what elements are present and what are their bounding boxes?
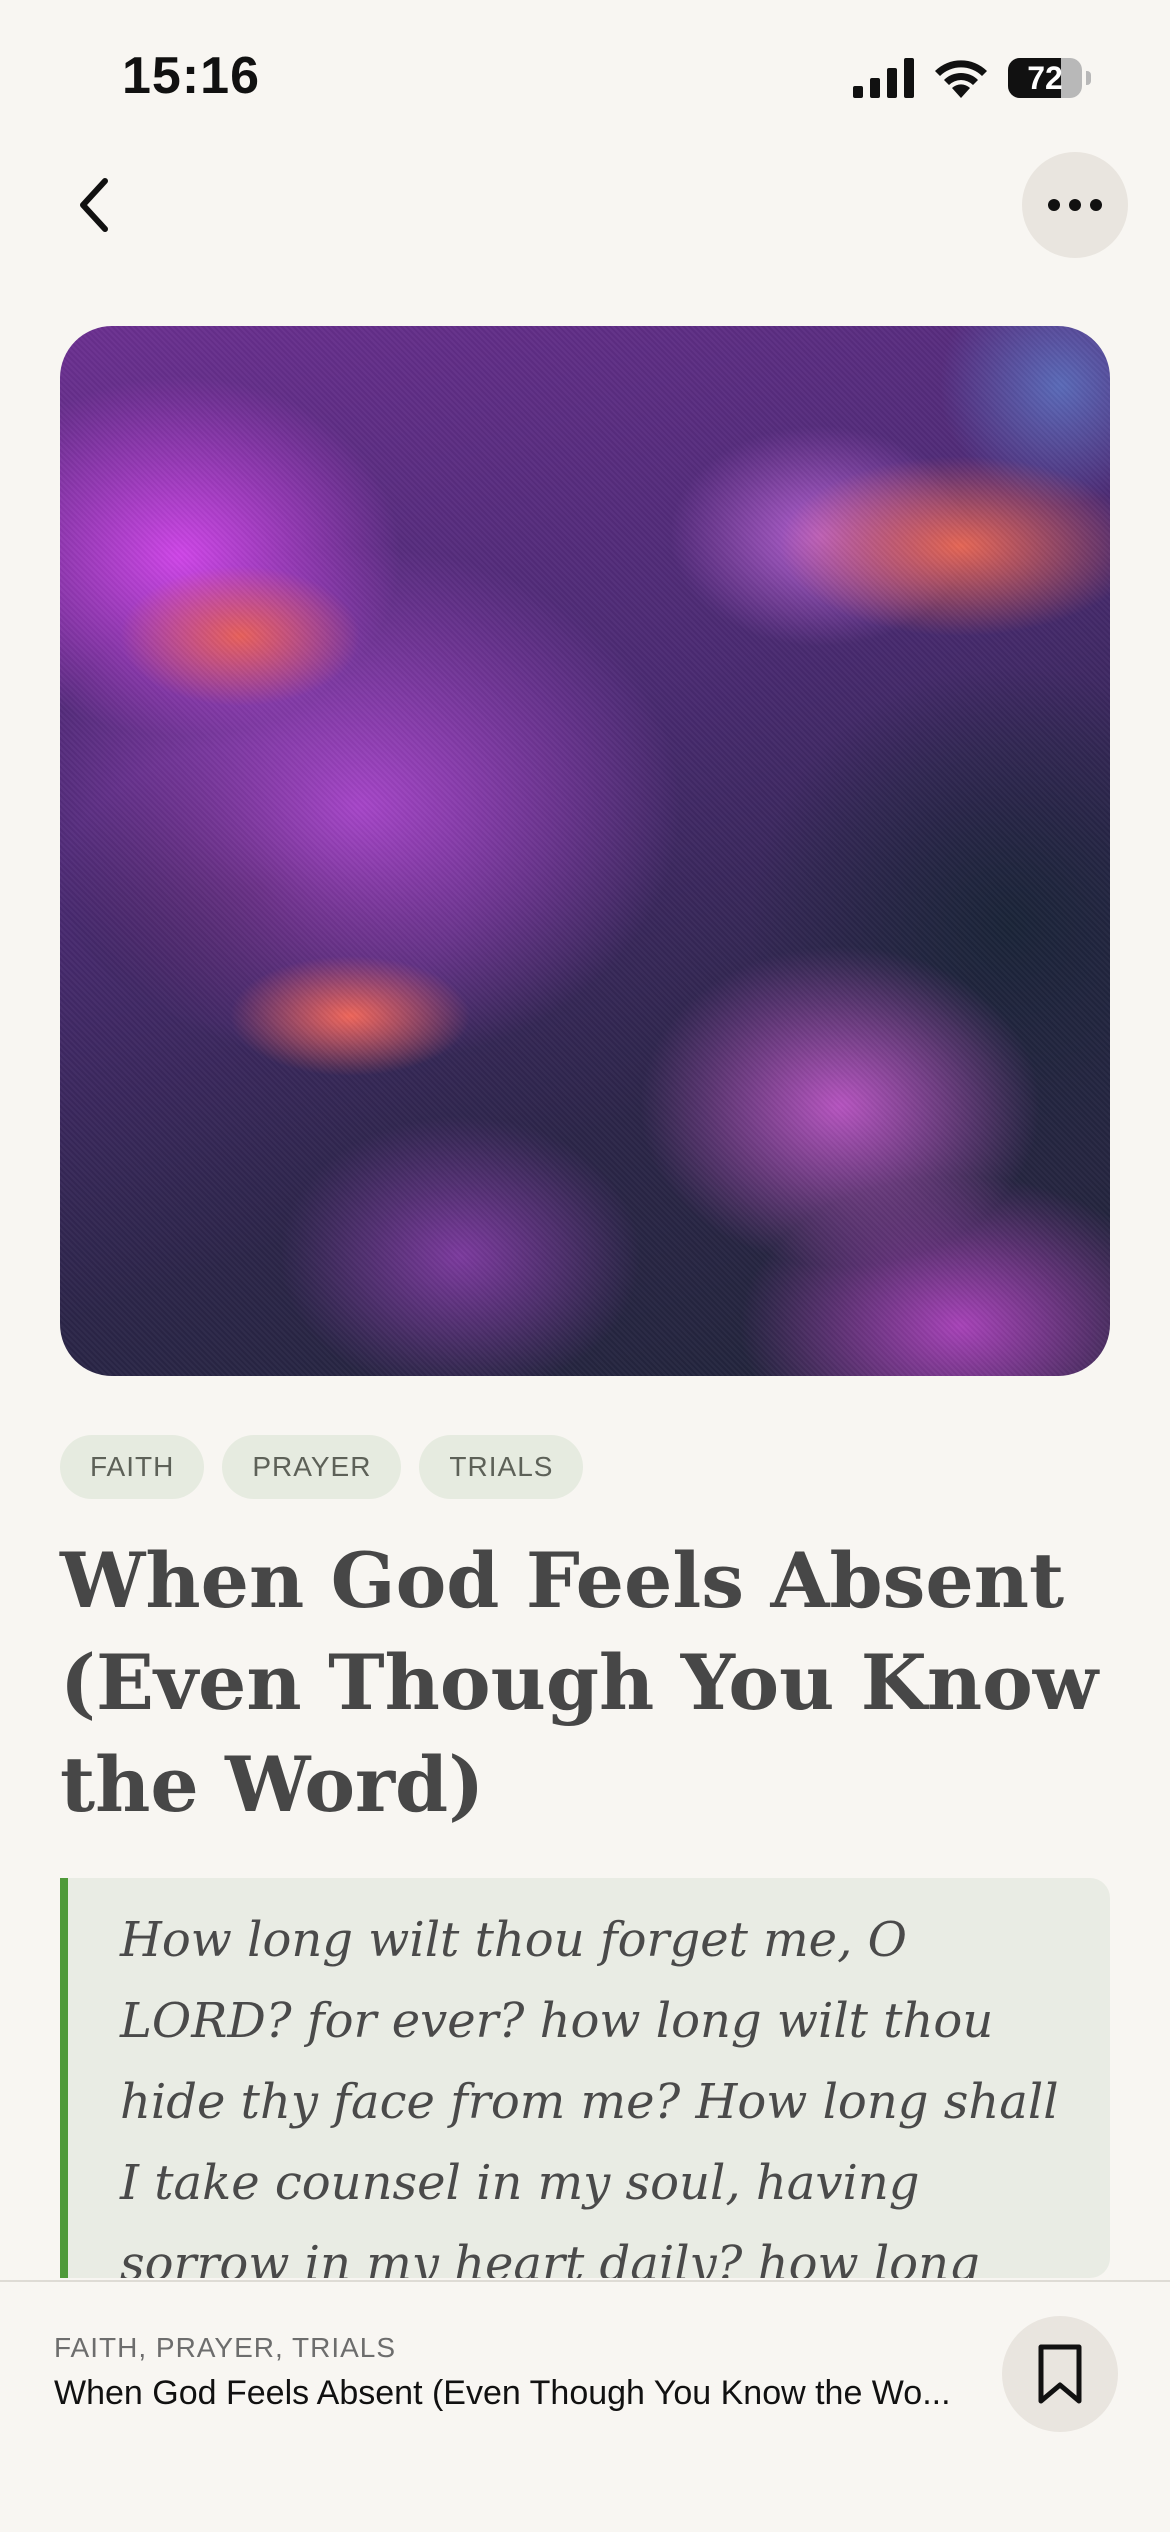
mini-player-tags: FAITH, PRAYER, TRIALS — [54, 2332, 397, 2363]
tag-chip[interactable]: FAITH — [60, 1435, 205, 1499]
battery-icon: 72 — [1008, 58, 1091, 98]
more-options-button[interactable] — [1022, 152, 1128, 258]
status-time: 15:16 — [122, 47, 260, 105]
chevron-left-icon — [80, 178, 108, 232]
status-bar: 15:16 72 — [0, 0, 1170, 150]
cover-artwork — [60, 326, 1110, 1376]
back-button[interactable] — [60, 160, 130, 250]
scripture-quote: How long wilt thou forget me, O LORD? fo… — [60, 1878, 1110, 2278]
quote-text: How long wilt thou forget me, O LORD? fo… — [120, 1912, 1059, 2278]
tag-list: FAITH PRAYER TRIALS — [60, 1435, 584, 1499]
bookmark-button[interactable] — [1002, 2316, 1118, 2432]
tag-chip[interactable]: PRAYER — [222, 1435, 402, 1499]
battery-percent: 72 — [1027, 60, 1063, 96]
wifi-icon — [935, 60, 987, 98]
tag-chip[interactable]: TRIALS — [419, 1435, 584, 1499]
cellular-signal-icon — [853, 58, 914, 98]
mini-player-bar[interactable]: FAITH, PRAYER, TRIALS When God Feels Abs… — [0, 2280, 1170, 2532]
mini-player-title[interactable]: When God Feels Absent (Even Though You K… — [54, 2374, 974, 2413]
ellipsis-icon — [1048, 199, 1102, 211]
bookmark-icon — [1038, 2344, 1082, 2404]
article-title: When God Feels Absent (Even Though You K… — [60, 1536, 1099, 1829]
